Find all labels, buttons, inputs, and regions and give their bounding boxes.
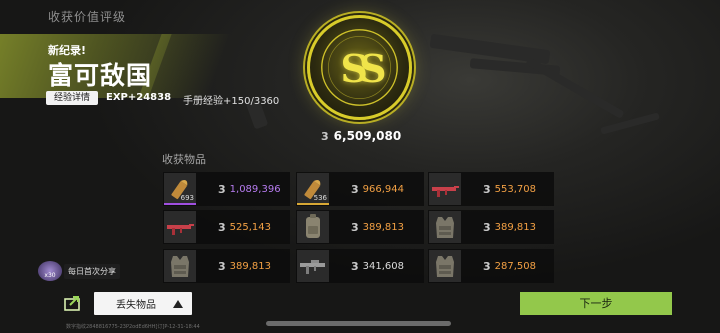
next-button[interactable]: 下一步 — [520, 292, 672, 315]
item-value: 3 389,813 — [218, 260, 271, 273]
coin-icon: 3 — [483, 220, 491, 234]
share-reward-tip: x30 每日首次分享 — [38, 261, 120, 281]
coin-icon: 3 — [321, 129, 329, 143]
item-value-number: 287,508 — [494, 260, 537, 272]
item-slot[interactable]: 3 389,813 — [428, 210, 554, 244]
rating-medal-icon: SS — [307, 15, 412, 120]
coin-icon: 3 — [351, 259, 359, 273]
item-slot[interactable]: 3 341,608 — [296, 249, 424, 283]
item-slot[interactable]: 536 3 966,944 — [296, 172, 424, 206]
item-value: 3 966,944 — [351, 183, 404, 196]
item-value: 3 1,089,396 — [218, 183, 281, 196]
coin-icon: 3 — [351, 220, 359, 234]
page-title: 收获价值评级 — [48, 10, 127, 24]
triangle-up-icon — [173, 299, 183, 308]
item-value: 3 553,708 — [483, 183, 536, 196]
reward-badge-icon: x30 — [38, 261, 62, 281]
item-value: 3 287,508 — [483, 260, 536, 273]
item-value-number: 389,813 — [494, 221, 537, 233]
item-value-number: 1,089,396 — [229, 183, 281, 195]
item-slot[interactable]: 693 3 1,089,396 — [163, 172, 290, 206]
coin-icon: 3 — [218, 259, 226, 273]
item-value: 3 389,813 — [351, 221, 404, 234]
armor-vest-icon — [164, 250, 196, 282]
rifle-red-icon — [164, 211, 196, 243]
bullet-icon: 693 — [164, 173, 196, 205]
map-name: 富可敌国 — [48, 61, 153, 90]
item-slot[interactable]: 3 553,708 — [428, 172, 554, 206]
coin-icon: 3 — [483, 182, 491, 196]
backpack-icon — [297, 211, 329, 243]
total-value-number: 6,509,080 — [333, 129, 402, 143]
manual-exp: 手册经验+150/3360 — [183, 96, 280, 107]
coin-icon: 3 — [218, 182, 226, 196]
item-value-number: 389,813 — [229, 260, 272, 272]
armor-vest-icon — [429, 250, 461, 282]
item-slot[interactable]: 3 525,143 — [163, 210, 290, 244]
coin-icon: 3 — [218, 220, 226, 234]
item-quantity: 693 — [180, 194, 194, 202]
item-value-number: 389,813 — [362, 221, 405, 233]
result-screen: 收获价值评级 新纪录! 富可敌国 经验详情 EXP+24838 手册经验+150… — [0, 0, 720, 333]
items-section-label: 收获物品 — [162, 153, 206, 166]
coin-icon: 3 — [483, 259, 491, 273]
item-value-number: 553,708 — [494, 183, 537, 195]
background-gun-silhouette — [525, 57, 625, 119]
share-button[interactable] — [62, 294, 84, 312]
home-indicator[interactable] — [266, 321, 451, 326]
item-value-number: 966,944 — [362, 183, 405, 195]
lost-items-button[interactable]: 丢失物品 — [94, 292, 192, 315]
item-slot[interactable]: 3 389,813 — [163, 249, 290, 283]
footer-fingerprint: 数字指纹2848816775-23P2odEd6HH[订]P-12-31-18:… — [66, 324, 200, 330]
item-value: 3 341,608 — [351, 260, 404, 273]
item-value-number: 341,608 — [362, 260, 405, 272]
coin-icon: 3 — [351, 182, 359, 196]
total-value: 3 6,509,080 — [321, 129, 401, 143]
exp-gain: EXP+24838 — [106, 92, 172, 103]
lost-items-label: 丢失物品 — [116, 300, 156, 311]
armor-vest-icon — [429, 211, 461, 243]
share-icon — [64, 296, 80, 311]
item-quantity: 536 — [313, 194, 327, 202]
bullet-icon: 536 — [297, 173, 329, 205]
background-gun-silhouette — [600, 112, 660, 135]
item-slot[interactable]: 3 287,508 — [428, 249, 554, 283]
item-slot[interactable]: 3 389,813 — [296, 210, 424, 244]
rating-grade: SS — [340, 46, 386, 91]
share-tip-text: 每日首次分享 — [64, 263, 120, 279]
rifle-gray-icon — [297, 250, 329, 282]
item-value: 3 389,813 — [483, 221, 536, 234]
item-value: 3 525,143 — [218, 221, 271, 234]
item-value-number: 525,143 — [229, 221, 272, 233]
exp-detail-button[interactable]: 经验详情 — [46, 91, 98, 105]
rifle-red-icon — [429, 173, 461, 205]
